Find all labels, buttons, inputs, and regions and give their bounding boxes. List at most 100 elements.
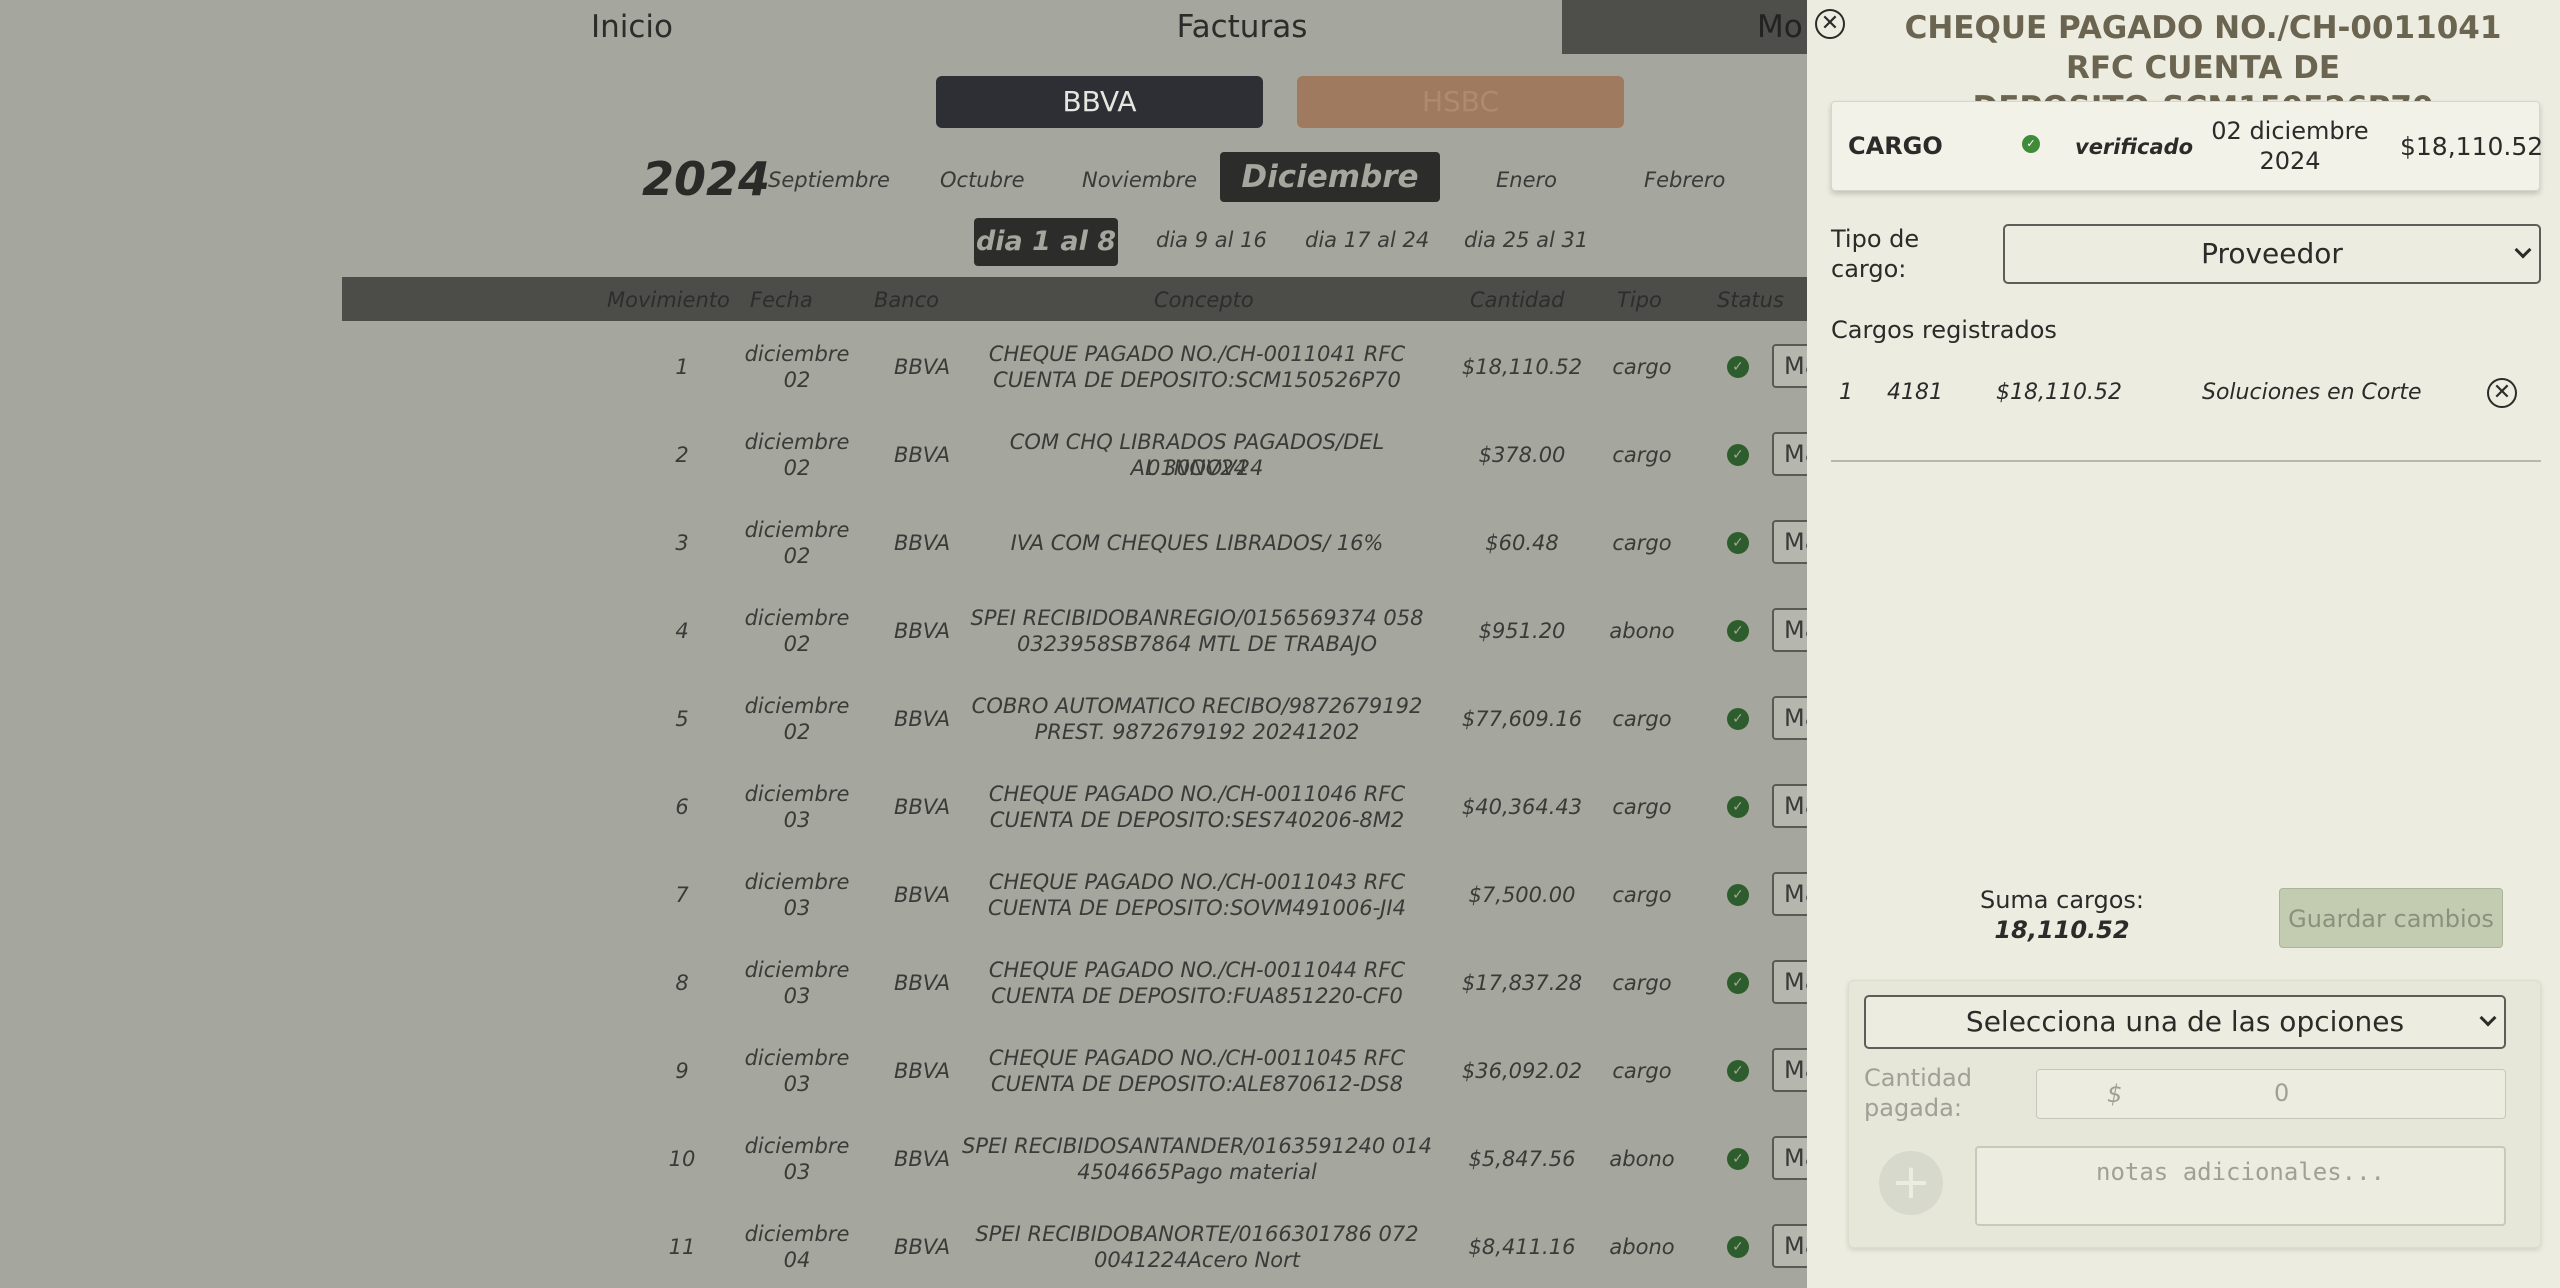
notas-placeholder: notas adicionales... [2096, 1158, 2385, 1186]
cell-fecha-month: diciembre [744, 1222, 850, 1246]
year-label[interactable]: 2024 [642, 152, 770, 206]
cell-cantidad: $5,847.56 [1468, 1147, 1576, 1171]
cell-concepto-line1: IVA COM CHEQUES LIBRADOS/ 16% [1010, 531, 1384, 555]
table-row[interactable]: 8 diciembre 03 BBVA CHEQUE PAGADO NO./CH-001… [342, 938, 1832, 1026]
cell-cantidad: $36,092.02 [1461, 1059, 1583, 1083]
cell-cantidad: $8,411.16 [1468, 1235, 1576, 1259]
divider [1831, 460, 2541, 462]
status-check-icon: ✓ [1727, 620, 1749, 642]
month-octubre[interactable]: Octubre [940, 168, 1025, 192]
movement-amount: $18,110.52 [2400, 132, 2544, 161]
cantidad-input[interactable]: $ 0 [2036, 1069, 2506, 1119]
table-row[interactable]: 5 diciembre 02 BBVA COBRO AUTOMATICO RECIBO/… [342, 674, 1832, 762]
range-17-24[interactable]: dia 17 al 24 [1305, 228, 1429, 252]
cell-concepto-line2: 0323958SB7864 MTL DE TRABAJO [1016, 632, 1378, 656]
cell-cantidad: $17,837.28 [1461, 971, 1583, 995]
remove-cargo-icon[interactable]: ✕ [2487, 378, 2517, 408]
cell-movimiento: 7 [675, 883, 689, 907]
status-check-icon: ✓ [1727, 1060, 1749, 1082]
cell-banco: BBVA [893, 1059, 951, 1083]
th-status: Status [1717, 288, 1784, 312]
cell-fecha-month: diciembre [744, 430, 850, 454]
range-1-8[interactable]: dia 1 al 8 [974, 218, 1118, 266]
nav-inicio[interactable]: Inicio [342, 0, 922, 54]
cell-tipo: abono [1609, 1235, 1675, 1259]
bank-hsbc-button[interactable]: HSBC [1297, 76, 1624, 128]
table-row[interactable]: 7 diciembre 03 BBVA CHEQUE PAGADO NO./CH-001… [342, 850, 1832, 938]
cell-fecha-day: 02 [783, 632, 811, 656]
nav-movimientos[interactable]: Mo [1562, 0, 1822, 54]
status-check-icon: ✓ [1727, 444, 1749, 466]
cell-fecha-month: diciembre [744, 342, 850, 366]
table-row[interactable]: 2 diciembre 02 BBVA COM CHQ LIBRADOS PAGADOS… [342, 410, 1832, 498]
registered-amount: $18,110.52 [1996, 380, 2122, 405]
cell-movimiento: 4 [675, 619, 689, 643]
status-check-icon: ✓ [1727, 532, 1749, 554]
period-selector: 2024 Septiembre Octubre Noviembre Diciem… [0, 150, 1810, 206]
cell-concepto-line2: AL 30NOV24 [1130, 456, 1264, 480]
notas-textarea[interactable]: notas adicionales... [1975, 1146, 2506, 1226]
table-row[interactable]: 10 diciembre 03 BBVA SPEI RECIBIDOSANTANDER/… [342, 1114, 1832, 1202]
cell-banco: BBVA [893, 1147, 951, 1171]
month-septiembre[interactable]: Septiembre [768, 168, 890, 192]
nav-facturas[interactable]: Facturas [922, 0, 1562, 54]
month-diciembre[interactable]: Diciembre [1220, 152, 1440, 202]
cell-concepto-line2: CUENTA DE DEPOSITO:SCM150526P70 [993, 368, 1401, 392]
cell-fecha-day: 03 [783, 1072, 811, 1096]
cell-fecha-month: diciembre [744, 1134, 850, 1158]
cell-tipo: cargo [1612, 795, 1672, 819]
cell-tipo: cargo [1612, 531, 1672, 555]
table-row[interactable]: 6 diciembre 03 BBVA CHEQUE PAGADO NO./CH-001… [342, 762, 1832, 850]
status-check-icon: ✓ [1727, 356, 1749, 378]
cantidad-placeholder: 0 [2274, 1079, 2290, 1107]
cell-movimiento: 8 [675, 971, 689, 995]
save-changes-button[interactable]: Guardar cambios [2279, 888, 2503, 948]
registered-code: 4181 [1887, 380, 1943, 405]
cell-concepto-line1: CHEQUE PAGADO NO./CH-0011046 RFC [988, 782, 1406, 806]
table-header: Movimiento Fecha Banco Concepto Cantidad… [342, 277, 1810, 321]
tipo-cargo-label: Tipo de cargo: [1831, 225, 1920, 283]
option-select-value: Selecciona una de las opciones [1965, 1005, 2405, 1038]
status-check-icon: ✓ [1727, 884, 1749, 906]
add-cargo-plus-icon[interactable]: + [1879, 1151, 1943, 1215]
cell-fecha-month: diciembre [744, 782, 850, 806]
th-fecha: Fecha [750, 288, 813, 312]
table-row[interactable]: 11 diciembre 04 BBVA SPEI RECIBIDOBANORTE/01… [342, 1202, 1832, 1288]
bank-bbva-button[interactable]: BBVA [936, 76, 1263, 128]
month-enero[interactable]: Enero [1496, 168, 1557, 192]
th-movimiento: Movimiento [607, 288, 730, 312]
month-noviembre[interactable]: Noviembre [1082, 168, 1197, 192]
cell-fecha-month: diciembre [744, 958, 850, 982]
cell-fecha-day: 03 [783, 896, 811, 920]
month-febrero[interactable]: Febrero [1644, 168, 1725, 192]
table-row[interactable]: 3 diciembre 02 BBVA IVA COM CHEQUES LIBRADOS… [342, 498, 1832, 586]
cell-fecha-month: diciembre [744, 518, 850, 542]
cell-fecha-month: diciembre [744, 694, 850, 718]
chevron-down-icon [2514, 241, 2532, 259]
cell-cantidad: $60.48 [1485, 531, 1559, 555]
cell-movimiento: 10 [668, 1147, 696, 1171]
verification-status: verificado [2075, 135, 2194, 159]
cell-cantidad: $40,364.43 [1461, 795, 1583, 819]
cell-tipo: abono [1609, 1147, 1675, 1171]
cell-concepto-line1: CHEQUE PAGADO NO./CH-0011041 RFC [988, 342, 1406, 366]
cell-concepto-line2: 4504665Pago material [1077, 1160, 1317, 1184]
cell-concepto-line1: CHEQUE PAGADO NO./CH-0011044 RFC [988, 958, 1406, 982]
range-25-31[interactable]: dia 25 al 31 [1464, 228, 1588, 252]
tipo-cargo-select[interactable]: Proveedor [2003, 224, 2541, 284]
table-row[interactable]: 1 diciembre 02 BBVA CHEQUE PAGADO NO./CH-001… [342, 322, 1832, 410]
close-panel-icon[interactable]: ✕ [1815, 9, 1845, 39]
table-row[interactable]: 9 diciembre 03 BBVA CHEQUE PAGADO NO./CH-001… [342, 1026, 1832, 1114]
add-cargo-form: Selecciona una de las opciones Cantidad … [1848, 980, 2541, 1248]
suma-value: 18,110.52 [1994, 916, 2130, 944]
cell-fecha-day: 02 [783, 544, 811, 568]
cell-concepto-line2: CUENTA DE DEPOSITO:SES740206-8M2 [989, 808, 1405, 832]
status-check-icon: ✓ [1727, 796, 1749, 818]
option-select[interactable]: Selecciona una de las opciones [1864, 995, 2506, 1049]
cell-tipo: cargo [1612, 707, 1672, 731]
cell-tipo: cargo [1612, 355, 1672, 379]
cell-tipo: abono [1609, 619, 1675, 643]
table-row[interactable]: 4 diciembre 02 BBVA SPEI RECIBIDOBANREGIO/01… [342, 586, 1832, 674]
cell-concepto-line1: SPEI RECIBIDOSANTANDER/0163591240 014 [962, 1134, 1432, 1158]
range-9-16[interactable]: dia 9 al 16 [1156, 228, 1267, 252]
